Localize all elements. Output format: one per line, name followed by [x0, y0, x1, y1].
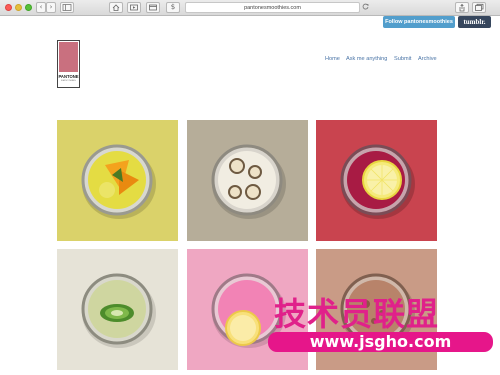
- nav-ask-link[interactable]: Ask me anything: [346, 56, 387, 62]
- smoothie-photo-berry[interactable]: [316, 120, 437, 241]
- share-icon[interactable]: [455, 2, 469, 13]
- logo-brand-text: PANTONE: [58, 74, 79, 79]
- dollar-extension-icon[interactable]: $: [166, 2, 180, 13]
- tumblr-logo-button[interactable]: tumblr.: [458, 16, 491, 28]
- tabs-overview-icon[interactable]: [472, 2, 486, 13]
- nav-submit-link[interactable]: Submit: [394, 56, 411, 62]
- pantone-logo[interactable]: PANTONE SMOOTHIES: [57, 40, 80, 88]
- watermark-url: www.jsgho.com: [268, 332, 493, 352]
- address-bar[interactable]: pantonesmoothies.com: [185, 2, 360, 13]
- nav-archive-link[interactable]: Archive: [418, 56, 437, 62]
- minimize-window-button[interactable]: [15, 4, 22, 11]
- smoothie-photo-kiwi[interactable]: [57, 249, 178, 370]
- home-icon[interactable]: [109, 2, 123, 13]
- reader-icon[interactable]: [146, 2, 160, 13]
- zoom-window-button[interactable]: [25, 4, 32, 11]
- back-button[interactable]: ‹: [36, 2, 46, 13]
- close-window-button[interactable]: [5, 4, 12, 11]
- smoothie-photo-banana[interactable]: [187, 120, 308, 241]
- browser-toolbar: ‹ › $ pantonesmoothies.com: [0, 0, 500, 16]
- page-content: Follow pantonesmoothies tumblr. PANTONE …: [0, 16, 500, 375]
- logo-subtitle-text: SMOOTHIES: [61, 80, 76, 82]
- watermark-logo-text: 技术员联盟: [274, 295, 440, 333]
- nav-home-link[interactable]: Home: [325, 56, 340, 62]
- forward-button[interactable]: ›: [46, 2, 56, 13]
- logo-swatch: [59, 42, 78, 72]
- media-icon[interactable]: [127, 2, 141, 13]
- reload-icon[interactable]: [360, 2, 370, 13]
- sidebar-icon[interactable]: [60, 2, 74, 13]
- follow-button[interactable]: Follow pantonesmoothies: [383, 16, 455, 28]
- smoothie-photo-mango[interactable]: [57, 120, 178, 241]
